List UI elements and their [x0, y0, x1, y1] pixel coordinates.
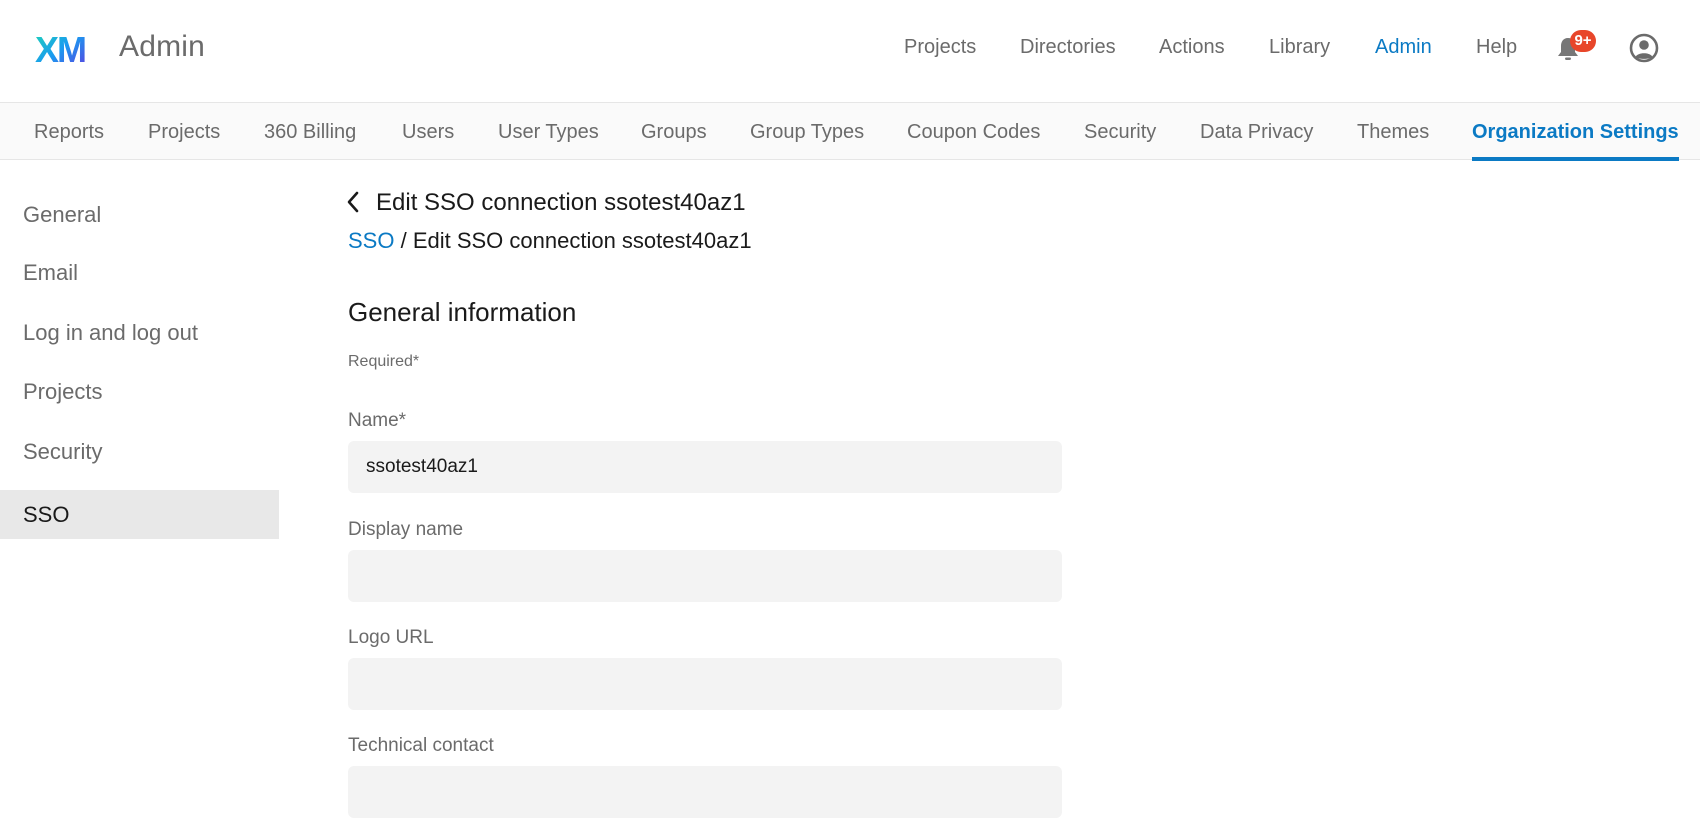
top-nav-directories[interactable]: Directories: [1020, 36, 1116, 59]
breadcrumb-link-sso[interactable]: SSO: [348, 228, 394, 253]
top-nav-admin[interactable]: Admin: [1375, 36, 1432, 59]
tab-360-billing[interactable]: 360 Billing: [264, 121, 356, 144]
name-input[interactable]: [348, 441, 1062, 493]
required-note: Required*: [348, 353, 420, 370]
sidebar-item-security[interactable]: Security: [0, 427, 279, 476]
top-nav-projects[interactable]: Projects: [904, 36, 976, 59]
admin-tab-bar: Reports Projects 360 Billing Users User …: [0, 102, 1700, 161]
tab-group-types[interactable]: Group Types: [750, 121, 864, 144]
user-circle-icon[interactable]: [1629, 33, 1659, 63]
sidebar-item-log-in-log-out[interactable]: Log in and log out: [0, 308, 279, 357]
technical-contact-label: Technical contact: [348, 735, 494, 756]
technical-contact-input[interactable]: [348, 766, 1062, 818]
tab-themes[interactable]: Themes: [1357, 121, 1429, 144]
display-name-label: Display name: [348, 519, 464, 540]
tab-reports[interactable]: Reports: [34, 121, 104, 144]
tab-security[interactable]: Security: [1084, 121, 1156, 144]
breadcrumb: SSO / Edit SSO connection ssotest40az1: [348, 228, 752, 254]
display-name-input[interactable]: [348, 550, 1062, 602]
breadcrumb-separator: /: [394, 228, 413, 253]
top-nav-library[interactable]: Library: [1269, 36, 1330, 59]
top-header: XM Admin Projects Directories Actions Li…: [0, 0, 1700, 102]
sidebar-item-email[interactable]: Email: [0, 248, 279, 297]
top-nav-actions[interactable]: Actions: [1159, 36, 1225, 59]
page-title: Edit SSO connection ssotest40az1: [376, 189, 746, 216]
svg-text:XM: XM: [35, 30, 85, 68]
sidebar-item-general[interactable]: General: [0, 190, 279, 239]
back-chevron-icon[interactable]: [345, 190, 361, 214]
tab-data-privacy[interactable]: Data Privacy: [1200, 121, 1313, 144]
tab-coupon-codes[interactable]: Coupon Codes: [907, 121, 1040, 144]
tab-organization-settings[interactable]: Organization Settings: [1472, 121, 1679, 161]
top-nav-help[interactable]: Help: [1476, 36, 1517, 59]
xm-logo[interactable]: XM: [35, 30, 95, 68]
sidebar-item-sso[interactable]: SSO: [0, 490, 279, 539]
tab-users[interactable]: Users: [402, 121, 454, 144]
logo-url-input[interactable]: [348, 658, 1062, 710]
notification-badge: 9+: [1570, 30, 1596, 52]
section-title: General information: [348, 297, 577, 327]
name-label: Name*: [348, 410, 407, 431]
tab-projects[interactable]: Projects: [148, 121, 220, 144]
tab-user-types[interactable]: User Types: [498, 121, 599, 144]
logo-url-label: Logo URL: [348, 627, 434, 648]
sidebar-item-projects[interactable]: Projects: [0, 367, 279, 416]
app-title: Admin: [119, 30, 206, 63]
tab-groups[interactable]: Groups: [641, 121, 707, 144]
breadcrumb-current: Edit SSO connection ssotest40az1: [412, 228, 752, 253]
